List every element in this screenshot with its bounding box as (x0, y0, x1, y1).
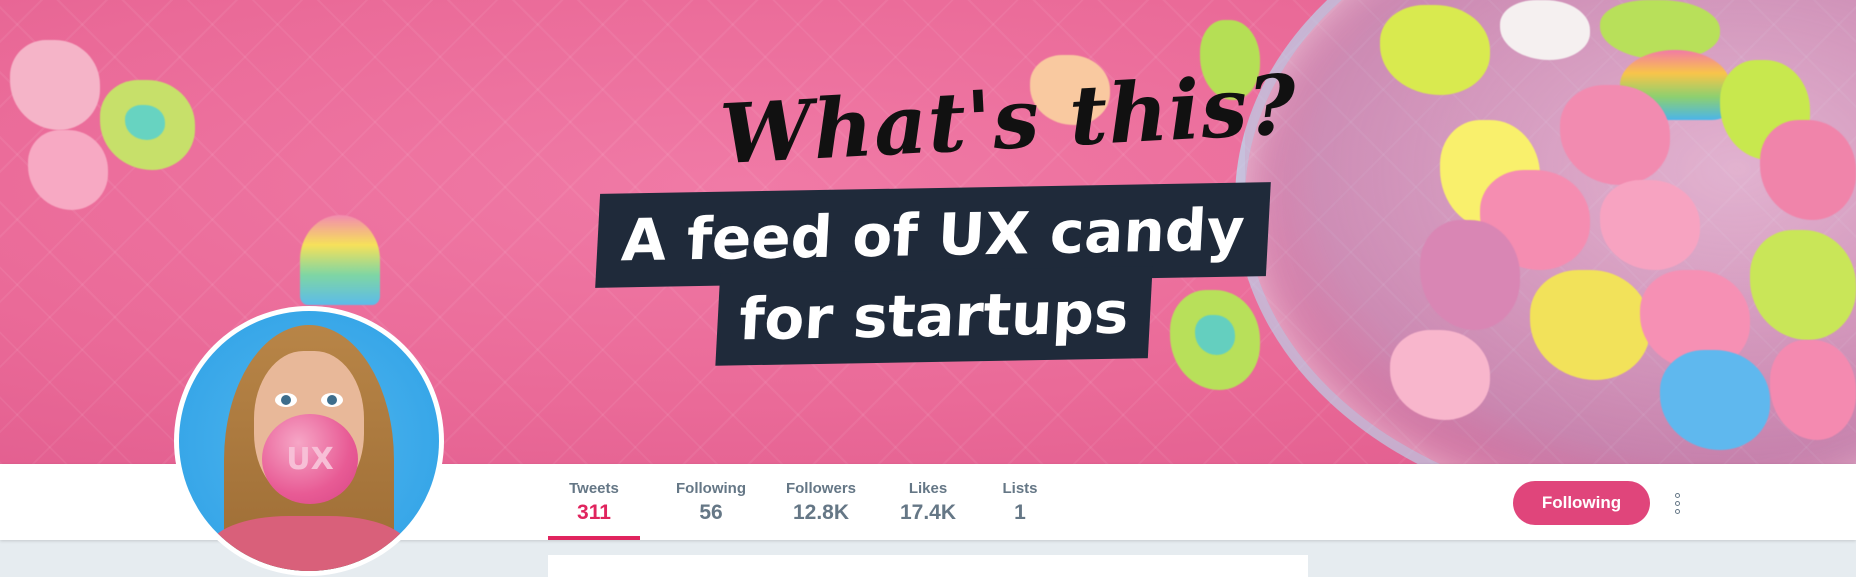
timeline-panel (548, 555, 1308, 577)
dot (1674, 508, 1680, 514)
dot (1674, 500, 1680, 506)
stat-value: 311 (577, 501, 611, 524)
dot (1674, 492, 1680, 498)
stat-lists[interactable]: Lists 1 (980, 464, 1060, 540)
stat-tweets[interactable]: Tweets 311 (548, 464, 640, 540)
candy-shape (125, 105, 165, 140)
following-button[interactable]: Following (1513, 481, 1650, 525)
stat-label: Likes (908, 480, 948, 497)
avatar-shirt (209, 516, 409, 571)
more-vertical-icon[interactable] (1670, 486, 1684, 520)
stat-value: 12.8K (792, 501, 850, 524)
candy-shape (300, 215, 380, 305)
banner-script-title: What's this? (717, 56, 1300, 184)
stat-value: 56 (699, 501, 723, 524)
bubblegum-ux: UX (262, 414, 358, 504)
candy-shape (1195, 315, 1235, 355)
stat-label: Lists (1002, 480, 1038, 497)
banner-tagline-line2: for startups (715, 266, 1153, 366)
stat-value: 1 (1014, 501, 1026, 524)
stat-followers[interactable]: Followers 12.8K (766, 464, 876, 540)
stat-label: Tweets (569, 480, 619, 497)
candy-shape (10, 40, 100, 130)
profile-avatar[interactable]: UX (174, 306, 444, 576)
stat-likes[interactable]: Likes 17.4K (876, 464, 980, 540)
stat-value: 17.4K (899, 501, 957, 524)
stat-following[interactable]: Following 56 (656, 464, 766, 540)
avatar-photo: UX (179, 311, 439, 571)
stat-label: Following (676, 480, 746, 497)
stat-label: Followers (785, 480, 856, 497)
avatar-eye-left (275, 393, 297, 407)
profile-stats: Tweets 311 Following 56 Followers 12.8K … (548, 464, 1060, 540)
avatar-eye-right (321, 393, 343, 407)
candy-shape (28, 130, 108, 210)
